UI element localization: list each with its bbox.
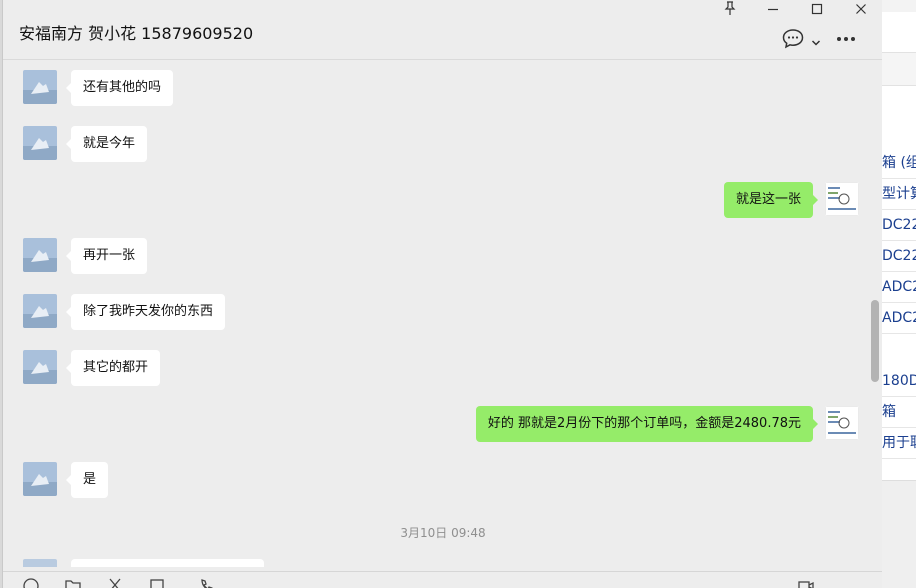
more-icon (835, 35, 857, 54)
message-bubble-incoming[interactable]: 就是今年 (65, 126, 148, 162)
message-bubble-outgoing[interactable]: 好的 那就是2月份下的那个订单吗，金额是2480.78元 (475, 406, 819, 442)
folder-icon[interactable] (65, 578, 81, 588)
background-row: 箱 (组 (882, 148, 916, 179)
message-bubble-incoming[interactable]: 再开一张 (65, 238, 148, 274)
more-button[interactable] (835, 28, 863, 50)
input-toolbar (3, 571, 882, 588)
contact-avatar[interactable] (23, 294, 57, 328)
background-row: ADC22 (882, 272, 916, 303)
contact-avatar[interactable] (23, 238, 57, 272)
title-bar: 安福南方 贺小花 15879609520 (3, 0, 882, 60)
contact-avatar[interactable] (23, 126, 57, 160)
background-row: 型计算 (882, 179, 916, 210)
chat-window: 安福南方 贺小花 15879609520 还有其他的吗 就是今年 就是这一张 再… (2, 0, 882, 588)
message-timestamp: 3月10日 09:48 (400, 526, 486, 540)
background-row: DC22 (882, 241, 916, 272)
message-bubble-outgoing[interactable]: 就是这一张 (723, 182, 819, 218)
scissors-icon[interactable] (107, 578, 123, 588)
background-row: 180D (882, 366, 916, 397)
chat-bubble-icon (781, 29, 805, 54)
my-avatar[interactable] (825, 182, 859, 216)
background-app-toolbar (882, 52, 916, 86)
chat-title: 安福南方 贺小花 15879609520 (19, 24, 254, 43)
background-row: 用于联 (882, 428, 916, 459)
call-icon[interactable] (199, 578, 215, 588)
close-icon[interactable] (848, 0, 874, 16)
maximize-icon[interactable] (804, 0, 830, 16)
background-app: 箱 (组 型计算 DC225 DC22 ADC22 ADC22 180D 箱 用… (882, 0, 916, 588)
background-app-top (882, 0, 916, 12)
message-bubble-incoming[interactable] (71, 559, 264, 567)
pin-icon[interactable] (717, 0, 743, 16)
my-avatar[interactable] (825, 406, 859, 440)
message-bubble-incoming[interactable]: 其它的都开 (65, 350, 161, 386)
contact-avatar[interactable] (23, 350, 57, 384)
contact-avatar[interactable] (23, 70, 57, 104)
contact-avatar[interactable] (23, 462, 57, 496)
emoji-icon[interactable] (23, 578, 39, 588)
message-list: 还有其他的吗 就是今年 就是这一张 再开一张 除了我昨天发你的东西 其它的都开 … (3, 61, 869, 567)
message-bubble-incoming[interactable]: 还有其他的吗 (65, 70, 174, 106)
message-bubble-incoming[interactable]: 是 (65, 462, 109, 498)
video-call-icon[interactable] (798, 578, 814, 588)
minimize-icon[interactable] (760, 0, 786, 16)
message-bubble-incoming[interactable]: 除了我昨天发你的东西 (65, 294, 226, 330)
background-app-bottom (882, 480, 916, 588)
chat-history-icon[interactable] (149, 578, 165, 588)
scrollbar-thumb[interactable] (871, 300, 879, 382)
background-row: DC225 (882, 210, 916, 241)
background-row: 箱 (882, 397, 916, 428)
background-row: ADC22 (882, 303, 916, 334)
contact-avatar[interactable] (23, 559, 57, 567)
chevron-down-icon (811, 33, 821, 52)
chat-info-button[interactable] (781, 28, 823, 50)
